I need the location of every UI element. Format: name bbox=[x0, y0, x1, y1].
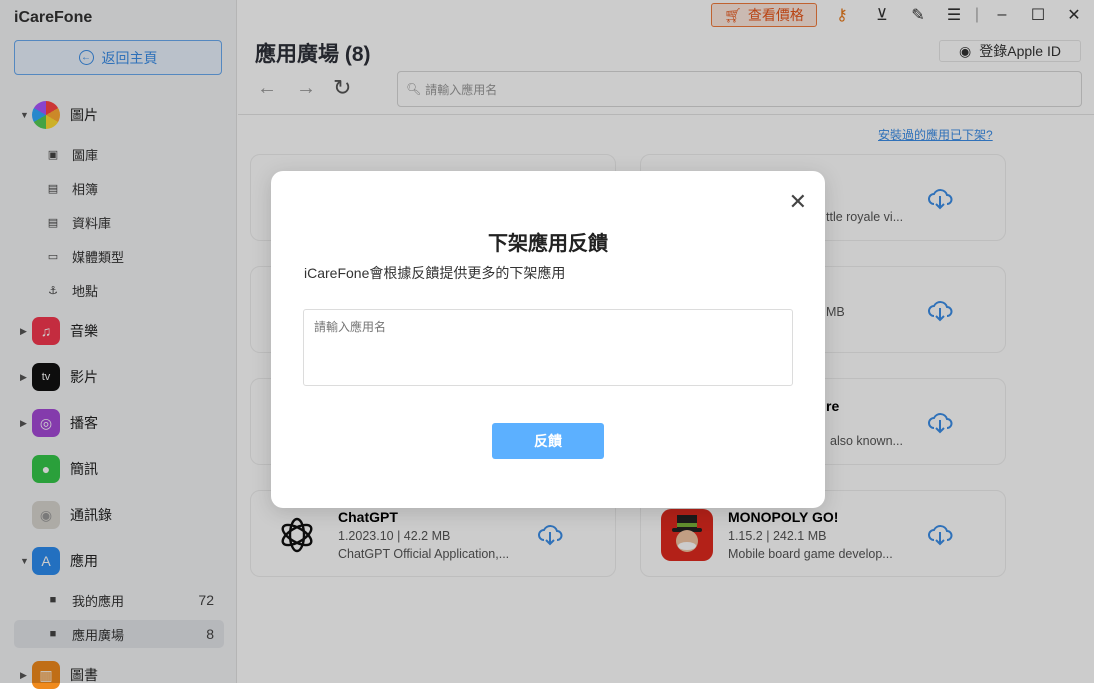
submit-feedback-button[interactable]: 反饋 bbox=[492, 423, 604, 459]
dialog-title: 下架應用反饋 bbox=[488, 233, 608, 255]
close-icon[interactable]: ✕ bbox=[789, 191, 807, 213]
dialog-subtitle: iCareFone會根據反饋提供更多的下架應用 bbox=[304, 265, 566, 281]
app-name-textarea[interactable] bbox=[303, 309, 793, 386]
removed-app-feedback-dialog: ✕ 下架應用反饋 iCareFone會根據反饋提供更多的下架應用 反饋 bbox=[271, 171, 825, 508]
